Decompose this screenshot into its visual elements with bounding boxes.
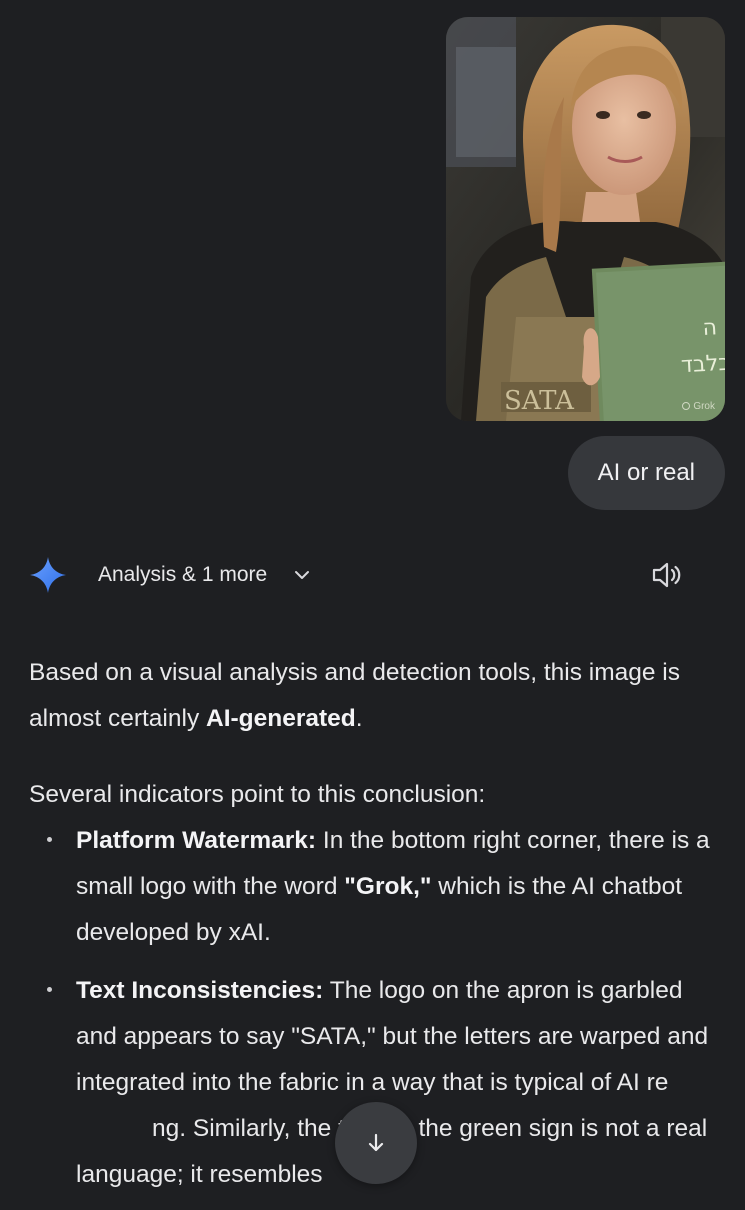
- response-lead: Several indicators point to this conclus…: [29, 781, 486, 808]
- grok-logo-icon: [682, 402, 691, 410]
- response-intro: Based on a visual analysis and detection…: [29, 659, 680, 732]
- tools-dropdown-button[interactable]: Analysis & 1 more: [98, 563, 313, 587]
- verdict: AI-generated: [206, 705, 356, 732]
- arrow-down-icon: [368, 1133, 384, 1152]
- assistant-header: Analysis & 1 more: [28, 552, 718, 598]
- apron-logo: SATA: [504, 386, 575, 416]
- grok-watermark: Grok: [682, 401, 715, 412]
- gemini-sparkle-icon: [30, 557, 66, 593]
- sign-text-line1: ה: [702, 315, 718, 341]
- bullet-dot: [47, 837, 52, 842]
- indicator-title: Text Inconsistencies:: [76, 977, 324, 1004]
- image-illustration: SATA ה בלבד: [446, 17, 725, 421]
- user-message-bubble[interactable]: AI or real: [567, 436, 725, 510]
- scroll-down-button[interactable]: [335, 1102, 417, 1184]
- attached-image[interactable]: SATA ה בלבד Grok: [446, 17, 725, 421]
- tools-label: Analysis & 1 more: [98, 563, 268, 586]
- user-message-text: AI or real: [597, 459, 695, 486]
- chevron-down-icon: [295, 571, 310, 579]
- speaker-icon[interactable]: [650, 558, 684, 592]
- list-item: Platform Watermark: In the bottom right …: [29, 818, 729, 956]
- sign-text-line2: בלבד: [680, 351, 725, 379]
- indicator-title: Platform Watermark:: [76, 827, 317, 854]
- bullet-dot: [47, 987, 52, 992]
